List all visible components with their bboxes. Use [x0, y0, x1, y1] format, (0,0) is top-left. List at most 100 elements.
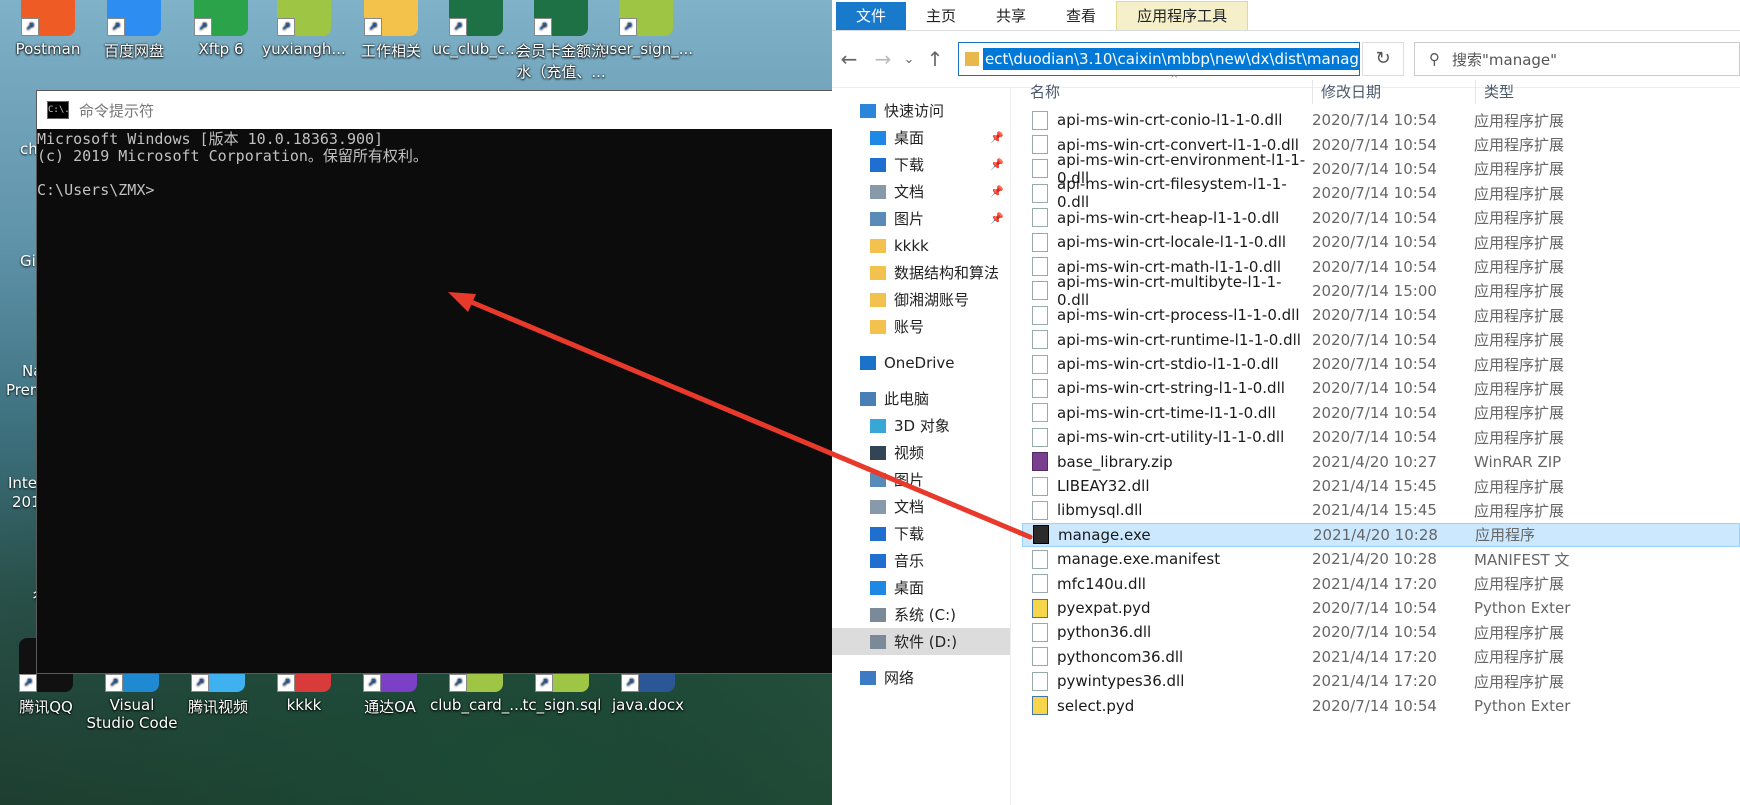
nav-item[interactable]: 快速访问: [832, 97, 1010, 124]
desktop-icon[interactable]: ↗ 百度网盘: [88, 0, 180, 61]
search-icon: ⚲: [1429, 50, 1440, 68]
nav-item[interactable]: 下载: [832, 520, 1010, 547]
file-date: 2021/4/14 15:45: [1312, 477, 1437, 496]
nav-item[interactable]: 数据结构和算法: [832, 259, 1010, 286]
shortcut-arrow-icon: ↗: [19, 674, 37, 692]
nav-item-label: 此电脑: [884, 390, 930, 408]
file-row[interactable]: api-ms-win-crt-locale-l1-1-0.dll 2020/7/1…: [1022, 230, 1740, 254]
nav-item[interactable]: kkkk: [832, 232, 1010, 259]
file-row[interactable]: api-ms-win-crt-utility-l1-1-0.dll 2020/7/…: [1022, 425, 1740, 449]
pin-icon[interactable]: 📌: [990, 185, 1004, 198]
tab-home[interactable]: 主页: [906, 2, 976, 30]
file-row[interactable]: pythoncom36.dll 2021/4/14 17:20 应用程序扩展: [1022, 645, 1740, 669]
nav-item[interactable]: 下载 📌: [832, 151, 1010, 178]
file-row[interactable]: pywintypes36.dll 2021/4/14 17:20 应用程序扩展: [1022, 669, 1740, 693]
file-date: 2020/7/14 10:54: [1312, 428, 1437, 447]
pin-icon[interactable]: 📌: [990, 158, 1004, 171]
nav-item[interactable]: 文档: [832, 493, 1010, 520]
pin-icon[interactable]: 📌: [990, 131, 1004, 144]
file-row[interactable]: select.pyd 2020/7/14 10:54 Python Exter: [1022, 693, 1740, 717]
desktop-icon[interactable]: ↗ Postman: [2, 0, 94, 58]
nav-item[interactable]: 网络: [832, 664, 1010, 691]
desktop-icon[interactable]: ↗ 工作相关: [345, 0, 437, 61]
file-row[interactable]: LIBEAY32.dll 2021/4/14 15:45 应用程序扩展: [1022, 474, 1740, 498]
file-row[interactable]: api-ms-win-crt-time-l1-1-0.dll 2020/7/14 …: [1022, 401, 1740, 425]
nav-item-label: 桌面: [894, 579, 925, 597]
file-row[interactable]: base_library.zip 2021/4/20 10:27 WinRAR ZI…: [1022, 449, 1740, 473]
file-row[interactable]: python36.dll 2020/7/14 10:54 应用程序扩展: [1022, 620, 1740, 644]
file-row[interactable]: api-ms-win-crt-heap-l1-1-0.dll 2020/7/14 …: [1022, 206, 1740, 230]
file-name-cell: api-ms-win-crt-filesystem-l1-1-0.dll: [1022, 175, 1312, 211]
nav-item[interactable]: 音乐: [832, 547, 1010, 574]
nav-item-label: 网络: [884, 669, 915, 687]
column-date-modified[interactable]: 修改日期: [1313, 80, 1476, 104]
column-name[interactable]: 名称: [1022, 80, 1313, 104]
desktop-partial-label[interactable]: Pren: [6, 381, 39, 399]
nav-item[interactable]: 图片: [832, 466, 1010, 493]
pin-icon[interactable]: 📌: [990, 212, 1004, 225]
nav-item[interactable]: 文档 📌: [832, 178, 1010, 205]
desktop-icon[interactable]: ↗ Xftp 6: [175, 0, 267, 58]
nav-item[interactable]: 桌面 📌: [832, 124, 1010, 151]
file-row[interactable]: api-ms-win-crt-conio-l1-1-0.dll 2020/7/14…: [1022, 108, 1740, 132]
nav-item[interactable]: 3D 对象: [832, 412, 1010, 439]
file-name: manage.exe.manifest: [1057, 550, 1221, 569]
nav-item[interactable]: OneDrive: [832, 349, 1010, 376]
nav-item[interactable]: 账号: [832, 313, 1010, 340]
file-row[interactable]: api-ms-win-crt-string-l1-1-0.dll 2020/7/1…: [1022, 376, 1740, 400]
up-arrow-icon[interactable]: ↑: [918, 47, 952, 71]
file-row[interactable]: api-ms-win-crt-multibyte-l1-1-0.dll 2020/…: [1022, 273, 1740, 309]
desktop-icon-image: ↗: [449, 0, 503, 36]
file-row[interactable]: pyexpat.pyd 2020/7/14 10:54 Python Exter: [1022, 596, 1740, 620]
nav-item[interactable]: 软件 (D:): [832, 628, 1010, 655]
address-path[interactable]: ect\duodian\3.10\caixin\mbbp\new\dx\dist…: [983, 48, 1359, 70]
column-headers: ^ 名称 修改日期 类型: [1022, 74, 1740, 108]
back-arrow-icon[interactable]: ←: [832, 47, 866, 71]
desktop-partial-label[interactable]: Gi: [20, 252, 36, 270]
cmd-console-output[interactable]: Microsoft Windows [版本 10.0.18363.900] (c…: [37, 129, 833, 199]
desktop-icon[interactable]: ↗ user_sign_...: [600, 0, 693, 58]
column-type[interactable]: 类型: [1476, 80, 1514, 104]
file-py-icon: [1032, 598, 1048, 618]
desktop-icon-label: club_card_...: [430, 696, 524, 714]
desktop-partial-label[interactable]: Inte: [8, 474, 37, 492]
file-type: 应用程序: [1475, 526, 1536, 545]
nav-item[interactable]: 系统 (C:): [832, 601, 1010, 628]
nav-item-label: 系统 (C:): [894, 606, 956, 624]
nav-item[interactable]: 桌面: [832, 574, 1010, 601]
file-row[interactable]: api-ms-win-crt-stdio-l1-1-0.dll 2020/7/14…: [1022, 352, 1740, 376]
refresh-icon[interactable]: ↻: [1362, 42, 1404, 76]
file-row[interactable]: api-ms-win-crt-runtime-l1-1-0.dll 2020/7/…: [1022, 328, 1740, 352]
nav-item[interactable]: 视频: [832, 439, 1010, 466]
nav-item-icon: [870, 607, 886, 622]
tab-share[interactable]: 共享: [976, 2, 1046, 30]
file-row[interactable]: api-ms-win-crt-filesystem-l1-1-0.dll 2020…: [1022, 175, 1740, 211]
search-box[interactable]: ⚲ 搜索"manage": [1414, 42, 1740, 76]
file-row[interactable]: mfc140u.dll 2021/4/14 17:20 应用程序扩展: [1022, 571, 1740, 595]
file-row[interactable]: manage.exe 2021/4/20 10:28 应用程序: [1022, 522, 1740, 548]
desktop-icon-image: ↗: [364, 0, 418, 36]
nav-item-label: 桌面: [894, 129, 925, 147]
forward-arrow-icon[interactable]: →: [866, 47, 900, 71]
tab-application-tools[interactable]: 应用程序工具: [1116, 1, 1249, 30]
file-type: 应用程序扩展: [1474, 331, 1565, 350]
tab-view[interactable]: 查看: [1046, 2, 1116, 30]
search-placeholder: 搜索"manage": [1452, 50, 1558, 69]
file-row[interactable]: manage.exe.manifest 2021/4/20 10:28 MANIFE…: [1022, 547, 1740, 571]
file-row[interactable]: libmysql.dll 2021/4/14 15:45 应用程序扩展: [1022, 498, 1740, 522]
recent-locations-chevron-icon[interactable]: ⌄: [900, 52, 918, 67]
tab-file[interactable]: 文件: [836, 2, 907, 30]
nav-item[interactable]: 御湘湖账号: [832, 286, 1010, 313]
desktop-icon[interactable]: ↗ 会员卡金额流水（充值、...: [515, 0, 607, 82]
desktop-icon-image: ↗: [277, 0, 331, 36]
navigation-pane: 快速访问 桌面 📌 下载 📌 文档 📌 图片 📌 kkkk 数据结构和算法 御湘湖账号 账号 OneDri…: [832, 88, 1011, 805]
file-row[interactable]: api-ms-win-crt-process-l1-1-0.dll 2020/7/…: [1022, 303, 1740, 327]
nav-item[interactable]: 此电脑: [832, 385, 1010, 412]
cmd-titlebar[interactable]: C:\. 命令提示符: [37, 91, 833, 129]
nav-item[interactable]: 图片 📌: [832, 205, 1010, 232]
file-name-cell: api-ms-win-crt-stdio-l1-1-0.dll: [1022, 354, 1312, 374]
desktop-icon[interactable]: ↗ uc_club_c...: [430, 0, 522, 58]
address-bar[interactable]: ect\duodian\3.10\caixin\mbbp\new\dx\dist…: [958, 42, 1360, 76]
cmd-window[interactable]: C:\. 命令提示符 Microsoft Windows [版本 10.0.18…: [36, 90, 834, 674]
desktop-icon[interactable]: ↗ yuxiangh...: [258, 0, 350, 58]
